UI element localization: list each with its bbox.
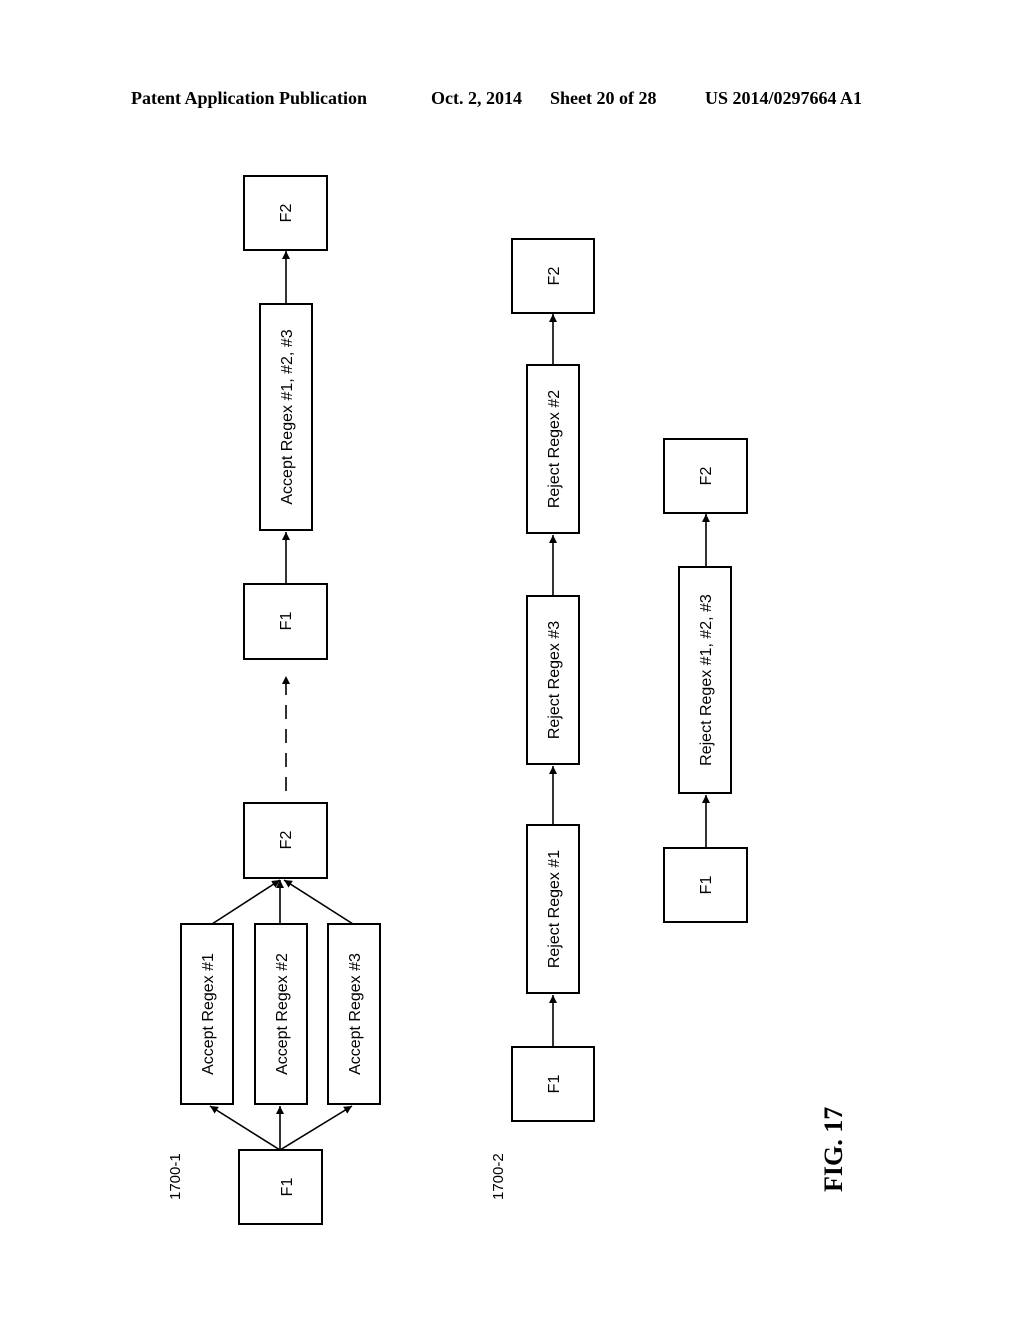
node-f1-start: F1: [238, 1149, 323, 1225]
node-label: F1: [278, 612, 295, 631]
edge-f1-accept3: [279, 1105, 353, 1151]
diagram-reject-combined: F1 Reject Regex #1, #2, #3 F2: [663, 438, 748, 923]
edge-accept1-f2: [211, 879, 281, 925]
ref-label-1700-1: 1700-1: [167, 1153, 184, 1200]
node-f1-mid: F1: [243, 583, 328, 660]
node-accept-regex-3: Accept Regex #3: [327, 923, 381, 1105]
diagram-1700-1: 1700-1 F1 Accept Regex #1 Accept Regex #…: [167, 175, 381, 1225]
node-label: Accept Regex #1, #2, #3: [279, 329, 296, 504]
node-label: Accept Regex #2: [274, 953, 291, 1075]
node-f1: F1: [663, 847, 748, 923]
node-reject-regex-1: Reject Regex #1: [526, 824, 580, 994]
flow-diagram: 1700-1 F1 Accept Regex #1 Accept Regex #…: [167, 175, 848, 1225]
edge-f1-accept1: [209, 1105, 281, 1151]
ref-label-1700-2: 1700-2: [490, 1153, 507, 1200]
node-label: Reject Regex #1: [546, 850, 563, 968]
node-accept-regex-all: Accept Regex #1, #2, #3: [259, 303, 313, 531]
node-label: F1: [698, 876, 715, 895]
diagram-1700-2: 1700-2 F1 Reject Regex #1 Reject Regex #…: [490, 238, 595, 1200]
node-label: F2: [278, 204, 295, 223]
node-accept-regex-2: Accept Regex #2: [254, 923, 308, 1105]
node-label: Reject Regex #1, #2, #3: [698, 594, 715, 766]
node-accept-regex-1: Accept Regex #1: [180, 923, 234, 1105]
node-label: F2: [698, 467, 715, 486]
node-label: Reject Regex #2: [546, 390, 563, 508]
node-label: Accept Regex #1: [200, 953, 217, 1075]
node-reject-regex-all: Reject Regex #1, #2, #3: [678, 566, 732, 794]
edge-accept3-f2: [283, 879, 354, 925]
node-label: F2: [278, 831, 295, 850]
figure-label: FIG. 17: [819, 1107, 848, 1192]
node-reject-regex-3: Reject Regex #3: [526, 595, 580, 765]
node-f1: F1: [511, 1046, 595, 1122]
node-f2: F2: [663, 438, 748, 514]
node-f2: F2: [511, 238, 595, 314]
node-label: F1: [546, 1075, 563, 1094]
node-label: Reject Regex #3: [546, 621, 563, 739]
node-label: F2: [546, 267, 563, 286]
node-f2-end: F2: [243, 175, 328, 251]
node-f2-mid: F2: [243, 802, 328, 879]
node-label: F1: [279, 1178, 296, 1197]
node-label: Accept Regex #3: [347, 953, 364, 1075]
node-reject-regex-2: Reject Regex #2: [526, 364, 580, 534]
